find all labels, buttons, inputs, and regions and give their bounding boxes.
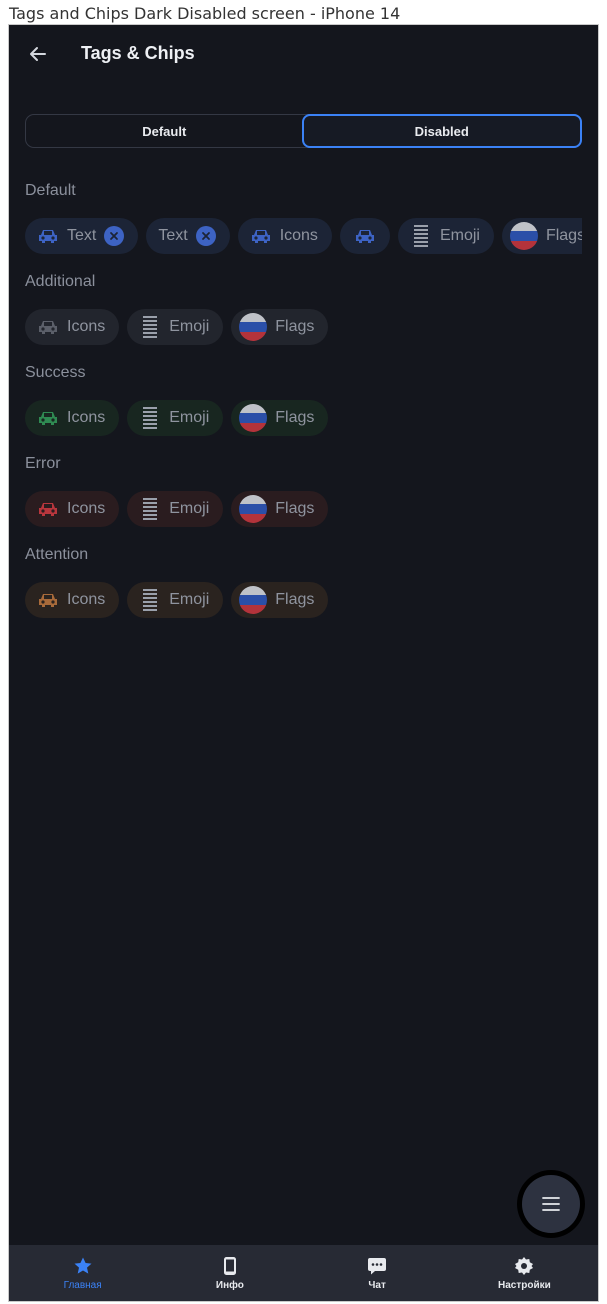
chip-label: Text bbox=[158, 227, 188, 244]
flag-russia-icon bbox=[509, 222, 538, 250]
nav-label: Главная bbox=[63, 1279, 102, 1291]
chip-label: Icons bbox=[67, 318, 106, 335]
nav-item-info[interactable]: Инфо bbox=[156, 1245, 303, 1301]
chip-row-attention: Icons Emoji Flags bbox=[25, 582, 582, 618]
car-icon bbox=[37, 316, 59, 338]
emoji-icon bbox=[139, 316, 161, 338]
segment-disabled[interactable]: Disabled bbox=[301, 114, 582, 148]
car-icon bbox=[37, 498, 59, 520]
car-icon bbox=[354, 225, 376, 247]
gear-icon bbox=[515, 1256, 534, 1275]
car-icon bbox=[37, 407, 59, 429]
section-label-error: Error bbox=[25, 455, 61, 472]
chip-label: Text bbox=[67, 227, 97, 244]
chip-additional-icons[interactable]: Icons bbox=[25, 309, 120, 345]
chat-icon bbox=[368, 1257, 387, 1274]
flag-russia-icon bbox=[239, 495, 268, 523]
nav-item-home[interactable]: Главная bbox=[9, 1245, 156, 1301]
nav-label: Чат bbox=[368, 1279, 386, 1291]
chip-label: Flags bbox=[275, 500, 315, 517]
menu-fab-button[interactable] bbox=[517, 1170, 585, 1238]
chip-default-flags[interactable]: Flags bbox=[501, 218, 582, 254]
chip-row-error: Icons Emoji Flags bbox=[25, 491, 582, 527]
menu-icon bbox=[542, 1197, 560, 1211]
chip-additional-emoji[interactable]: Emoji bbox=[127, 309, 224, 345]
emoji-icon bbox=[410, 225, 432, 247]
back-button[interactable] bbox=[23, 39, 53, 69]
section-label-success: Success bbox=[25, 364, 86, 381]
chip-error-icons[interactable]: Icons bbox=[25, 491, 120, 527]
chip-default-icons[interactable]: Icons bbox=[237, 218, 332, 254]
chip-label: Emoji bbox=[169, 409, 210, 426]
chip-additional-flags[interactable]: Flags bbox=[231, 309, 329, 345]
car-icon bbox=[37, 225, 59, 247]
chip-attention-flags[interactable]: Flags bbox=[231, 582, 329, 618]
nav-item-chat[interactable]: Чат bbox=[304, 1245, 451, 1301]
chip-label: Emoji bbox=[169, 591, 210, 608]
star-icon bbox=[74, 1257, 92, 1274]
chip-success-flags[interactable]: Flags bbox=[231, 400, 329, 436]
chip-label: Flags bbox=[275, 409, 315, 426]
chip-default-emoji[interactable]: Emoji bbox=[397, 218, 494, 254]
chip-attention-emoji[interactable]: Emoji bbox=[127, 582, 224, 618]
chip-error-emoji[interactable]: Emoji bbox=[127, 491, 224, 527]
close-circle-icon[interactable] bbox=[195, 226, 216, 246]
chip-row-success: Icons Emoji Flags bbox=[25, 400, 582, 436]
chip-label: Icons bbox=[67, 500, 106, 517]
section-label-additional: Additional bbox=[25, 273, 96, 290]
flag-russia-icon bbox=[239, 586, 268, 614]
chip-label: Emoji bbox=[169, 500, 210, 517]
chip-row-default: Text Text Icons Emoji Flags bbox=[25, 218, 582, 254]
flag-russia-icon bbox=[239, 404, 268, 432]
chip-default-icon-text-close[interactable]: Text bbox=[25, 218, 139, 254]
bottom-navigation: Главная Инфо Чат Настройки bbox=[9, 1245, 598, 1301]
phone-screen: Tags & Chips Default Disabled Default Te… bbox=[8, 24, 599, 1302]
flag-russia-icon bbox=[239, 313, 268, 341]
close-circle-icon[interactable] bbox=[104, 226, 125, 246]
state-segmented-control: Default Disabled bbox=[25, 114, 582, 148]
section-label-default: Default bbox=[25, 182, 76, 199]
phone-icon bbox=[223, 1256, 236, 1275]
chip-success-icons[interactable]: Icons bbox=[25, 400, 120, 436]
emoji-icon bbox=[139, 407, 161, 429]
page-title: Tags & Chips bbox=[81, 43, 195, 63]
arrow-left-icon bbox=[30, 47, 46, 61]
section-label-attention: Attention bbox=[25, 546, 89, 563]
chip-default-icon-only[interactable] bbox=[339, 218, 390, 254]
chip-attention-icons[interactable]: Icons bbox=[25, 582, 120, 618]
chip-label: Flags bbox=[275, 318, 315, 335]
nav-label: Инфо bbox=[215, 1279, 244, 1291]
emoji-icon bbox=[139, 589, 161, 611]
chip-row-additional: Icons Emoji Flags bbox=[25, 309, 582, 345]
window-title: Tags and Chips Dark Disabled screen - iP… bbox=[9, 4, 401, 23]
nav-label: Настройки bbox=[497, 1279, 551, 1291]
chip-label: Icons bbox=[67, 591, 106, 608]
chip-label: Icons bbox=[279, 227, 318, 244]
chip-label: Emoji bbox=[439, 227, 480, 244]
segment-default[interactable]: Default bbox=[26, 115, 303, 147]
chip-error-flags[interactable]: Flags bbox=[231, 491, 329, 527]
chip-label: Flags bbox=[545, 227, 582, 244]
chip-success-emoji[interactable]: Emoji bbox=[127, 400, 224, 436]
emoji-icon bbox=[139, 498, 161, 520]
header: Tags & Chips bbox=[9, 25, 598, 85]
car-icon bbox=[250, 225, 272, 247]
nav-item-settings[interactable]: Настройки bbox=[451, 1245, 598, 1301]
chip-label: Icons bbox=[67, 409, 106, 426]
chip-label: Flags bbox=[275, 591, 315, 608]
chip-label: Emoji bbox=[169, 318, 210, 335]
chip-default-text-close[interactable]: Text bbox=[146, 218, 230, 254]
car-icon bbox=[37, 589, 59, 611]
